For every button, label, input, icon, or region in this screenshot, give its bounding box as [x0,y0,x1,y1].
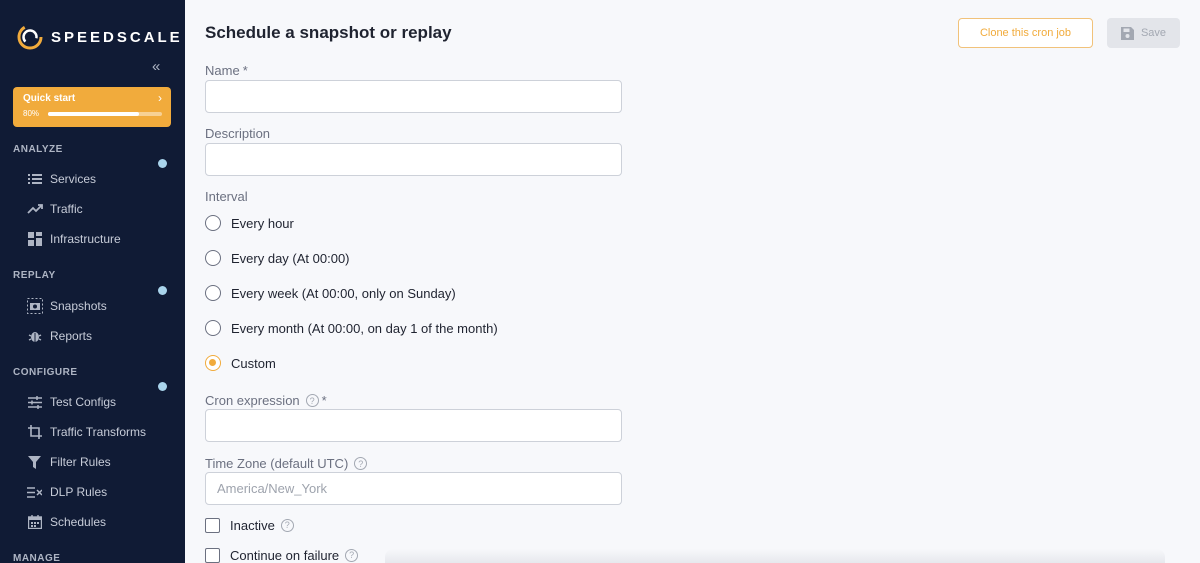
timezone-label-text: Time Zone (default UTC) [205,456,349,471]
description-label: Description [205,126,270,141]
sidebar-item-label: Schedules [50,515,107,529]
chevron-right-icon: › [158,91,162,105]
speedscale-logo-icon [17,24,43,50]
quick-start-progress-fill [48,112,140,116]
radio-label: Custom [231,355,276,371]
sidebar-item-label: DLP Rules [50,485,108,499]
help-icon[interactable]: ? [280,518,294,532]
help-icon[interactable]: ? [354,457,368,470]
save-label: Save [1140,27,1167,39]
radio-button-selected[interactable] [205,355,221,371]
calendar-icon [26,514,43,531]
name-label: Name * [205,63,248,78]
inactive-checkbox-row[interactable]: Inactive ? [205,515,294,535]
sidebar-item-services[interactable]: Services [26,168,176,190]
main-content: Schedule a snapshot or replay Clone this… [185,0,1200,563]
list-icon [26,171,43,188]
page-title: Schedule a snapshot or replay [205,23,452,42]
sidebar-item-filter-rules[interactable]: Filter Rules [26,451,176,473]
section-analyze: ANALYZE [13,144,63,155]
sidebar-item-label: Filter Rules [50,455,111,469]
brand-name: SPEEDSCALE [51,28,183,46]
sidebar-item-reports[interactable]: Reports [26,325,176,347]
sidebar-item-test-configs[interactable]: Test Configs [26,391,176,413]
radio-button[interactable] [205,285,221,301]
sidebar-item-snapshots[interactable]: Snapshots [26,295,176,317]
crop-icon [26,424,43,441]
sliders-icon [26,394,43,411]
sidebar-item-infrastructure[interactable]: Infrastructure [26,228,176,250]
sidebar-item-label: Reports [50,329,93,343]
radio-label: Every week (At 00:00, only on Sunday) [231,285,456,301]
sidebar-item-label: Traffic [50,202,83,216]
continue-on-failure-label: Continue on failure [230,547,340,563]
inactive-label: Inactive [230,517,275,533]
collapse-sidebar-icon[interactable]: « [152,59,166,75]
footer-bar [385,549,1165,563]
help-icon[interactable]: ? [305,394,319,407]
camera-icon [26,298,43,315]
description-label-text: Description [205,126,271,141]
name-label-text: Name [205,63,240,78]
quick-start-card[interactable]: Quick start › 80% [13,87,171,127]
help-icon[interactable]: ? [345,548,359,562]
radio-label: Every hour [231,215,294,231]
radio-button[interactable] [205,250,221,266]
description-input[interactable] [205,143,622,176]
sidebar-item-label: Traffic Transforms [50,425,147,439]
sidebar-item-traffic[interactable]: Traffic [26,198,176,220]
timezone-label: Time Zone (default UTC) ? [205,456,368,471]
trend-icon [26,201,43,218]
interval-option-every-day[interactable]: Every day (At 00:00) [205,248,350,268]
section-manage: MANAGE [13,553,61,563]
cron-expression-input[interactable] [205,409,622,442]
sidebar: SPEEDSCALE « Quick start › 80% ANALYZE S… [0,0,185,563]
save-icon [1120,26,1134,40]
radio-label: Every month (At 00:00, on day 1 of the m… [231,320,498,336]
interval-label-text: Interval [205,189,248,204]
name-input[interactable] [205,80,622,113]
interval-option-every-month[interactable]: Every month (At 00:00, on day 1 of the m… [205,318,498,338]
cron-expression-label: Cron expression ? * [205,393,327,408]
section-configure: CONFIGURE [13,367,78,378]
continue-on-failure-checkbox-row[interactable]: Continue on failure ? [205,545,359,563]
sidebar-item-schedules[interactable]: Schedules [26,511,176,533]
radio-label: Every day (At 00:00) [231,250,350,266]
sidebar-item-dlp-rules[interactable]: DLP Rules [26,481,176,503]
radio-button[interactable] [205,320,221,336]
sidebar-item-label: Infrastructure [50,232,121,246]
required-mark: * [242,63,248,78]
sidebar-item-label: Services [50,172,97,186]
radio-button[interactable] [205,215,221,231]
interval-option-every-week[interactable]: Every week (At 00:00, only on Sunday) [205,283,456,303]
quick-start-percent: 80% [23,109,40,118]
section-analyze-indicator [158,159,167,168]
bug-icon [26,328,43,345]
sidebar-item-traffic-transforms[interactable]: Traffic Transforms [26,421,176,443]
interval-label: Interval [205,189,248,204]
sidebar-item-label: Test Configs [50,395,117,409]
cron-expression-label-text: Cron expression [205,393,300,408]
timezone-input[interactable] [205,472,622,505]
dlp-icon [26,484,43,501]
continue-on-failure-checkbox[interactable] [205,547,220,563]
clone-cron-job-button[interactable]: Clone this cron job [958,18,1093,48]
interval-option-custom[interactable]: Custom [205,353,276,373]
required-mark: * [321,393,327,408]
quick-start-label: Quick start [23,93,76,104]
section-replay-indicator [158,286,167,295]
inactive-checkbox[interactable] [205,517,220,533]
interval-option-every-hour[interactable]: Every hour [205,213,294,233]
section-replay: REPLAY [13,270,56,281]
sidebar-item-label: Snapshots [50,299,107,313]
quick-start-progress-bar [48,112,162,116]
save-button[interactable]: Save [1107,18,1180,48]
brand[interactable]: SPEEDSCALE [17,24,183,50]
section-configure-indicator [158,382,167,391]
grid-icon [26,231,43,248]
filter-icon [26,454,43,471]
